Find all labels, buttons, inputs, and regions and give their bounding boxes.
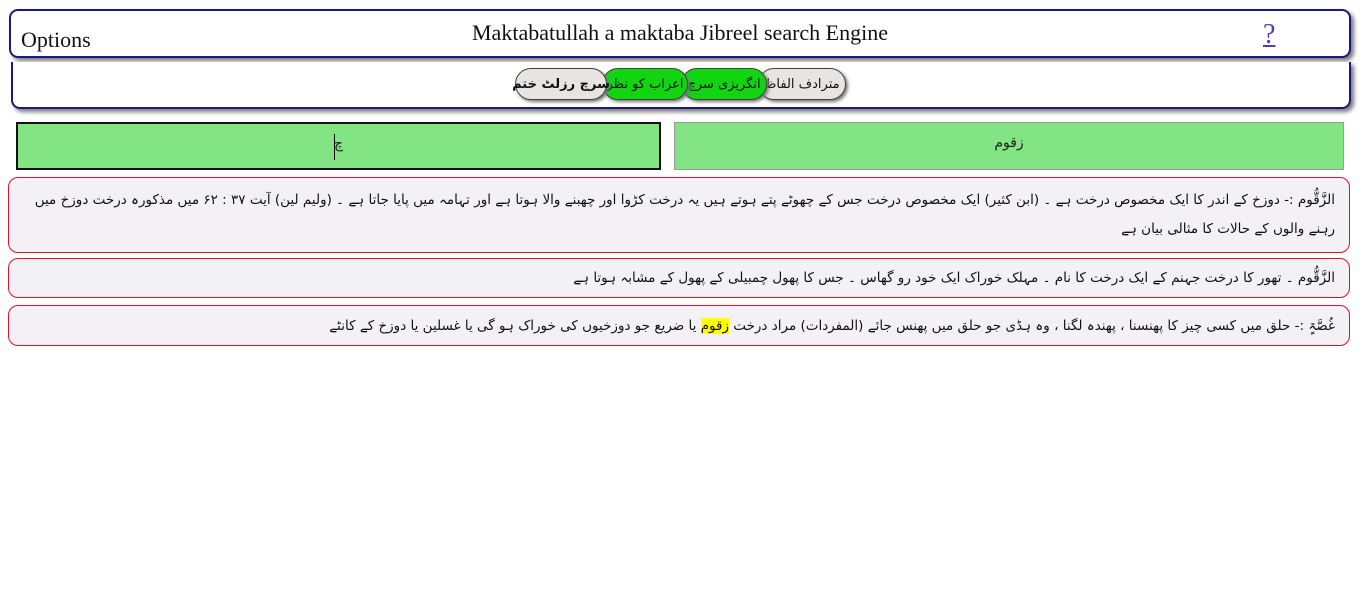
search-result-item: غُصَّۃٍ :- حلق میں کسی چیز کا پھنسنا ، پ… bbox=[8, 305, 1350, 346]
diacritics-toggle-button[interactable]: اعراب کو نظر bbox=[602, 68, 688, 100]
search-result-item: الزَّقُّوم ۔ تھور کا درخت جہنم کے ایک در… bbox=[8, 258, 1350, 298]
search-options-toolbar: مترادف الفاظ انگریزی سرچ اعراب کو نظر سر… bbox=[11, 62, 1351, 109]
clear-results-button[interactable]: سرچ رزلٹ ختم bbox=[512, 68, 610, 100]
search-result-item: الزَّقُّوم :- دوزخ کے اندر کا ایک مخصوص … bbox=[8, 177, 1350, 253]
result-text-before: غُصَّۃٍ :- حلق میں کسی چیز کا پھنسنا ، پ… bbox=[729, 318, 1335, 334]
result-text: الزَّقُّوم :- دوزخ کے اندر کا ایک مخصوص … bbox=[34, 192, 1335, 237]
search-input-right[interactable]: زقوم bbox=[674, 122, 1344, 170]
search-input-right-value: زقوم bbox=[994, 135, 1024, 151]
result-text: الزَّقُّوم ۔ تھور کا درخت جہنم کے ایک در… bbox=[573, 270, 1335, 286]
result-text-after: یا ضریع جو دوزخیوں کی خوراک ہو گی یا غسل… bbox=[329, 318, 701, 334]
search-input-left[interactable]: چ bbox=[16, 122, 661, 170]
english-search-button[interactable]: انگریزی سرچ bbox=[681, 68, 767, 100]
help-link[interactable]: ? bbox=[1263, 19, 1275, 51]
page-title: Maktabatullah a maktaba Jibreel search E… bbox=[472, 20, 888, 45]
app-header: Options Maktabatullah a maktaba Jibreel … bbox=[9, 9, 1351, 58]
synonyms-button[interactable]: مترادف الفاظ bbox=[758, 68, 846, 100]
result-highlight: زقوم bbox=[700, 318, 730, 334]
search-input-left-value: چ bbox=[333, 136, 344, 152]
